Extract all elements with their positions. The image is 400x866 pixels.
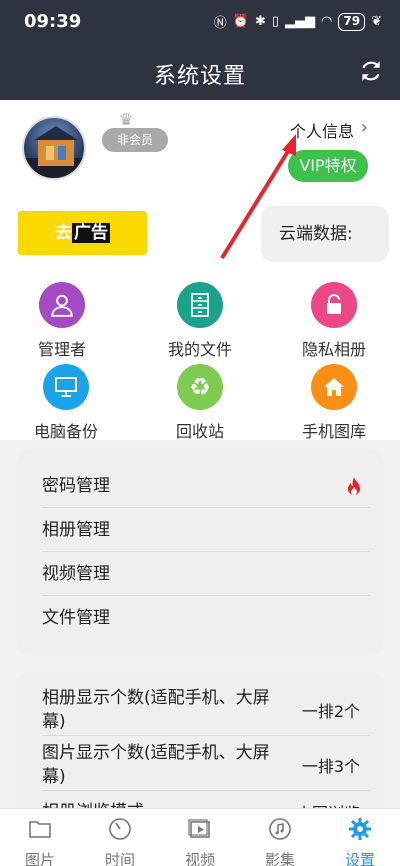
person-icon [39, 282, 85, 328]
recycle-icon: ♻ [177, 364, 223, 410]
title-bar: 系统设置 [0, 44, 400, 100]
menu-item-label: 视频管理 [42, 564, 110, 584]
tab-label: 时间 [104, 851, 135, 866]
grid-item-recycle-bin[interactable]: ♻ 回收站 [145, 364, 255, 442]
home-icon [311, 364, 357, 410]
page-title: 系统设置 [153, 64, 246, 89]
remove-ads-button[interactable]: 去广告 [18, 211, 147, 255]
video-icon [188, 819, 210, 838]
avatar[interactable] [22, 116, 86, 180]
vibrate-icon: ▯ [271, 14, 280, 29]
setting-label: 相册显示个数(适配手机、大屏幕) [42, 688, 270, 732]
lock-icon [311, 282, 357, 328]
music-icon [269, 818, 291, 840]
tab-photos[interactable]: 图片 [10, 817, 70, 866]
vip-button[interactable]: VIP特权 [288, 150, 368, 182]
grid-item-phone-gallery[interactable]: 手机图库 [279, 364, 389, 442]
cabinet-icon [177, 282, 223, 328]
menu-item-password[interactable]: 密码管理 [42, 464, 370, 508]
setting-value: 一排3个 [301, 757, 360, 776]
alarm-icon: ⏰ [232, 14, 249, 29]
menu-item-album[interactable]: 相册管理 [42, 508, 370, 552]
gear-icon [349, 818, 371, 840]
refresh-icon[interactable] [358, 58, 384, 84]
ad-label-part1: 去 [55, 223, 72, 243]
folder-icon [29, 821, 51, 838]
setting-label: 图片显示个数(适配手机、大屏幕) [42, 743, 270, 787]
management-menu: 密码管理 相册管理 视频管理 文件管理 [16, 450, 384, 656]
grid-item-admin[interactable]: 管理者 [7, 282, 117, 360]
setting-photo-count[interactable]: 图片显示个数(适配手机、大屏幕) 一排3个 [42, 737, 370, 791]
tab-time[interactable]: 时间 [90, 817, 150, 866]
wifi-icon: ◠ [321, 14, 333, 29]
menu-item-video[interactable]: 视频管理 [42, 552, 370, 596]
grid-label: 隐私相册 [301, 340, 366, 359]
chevron-right-icon: › [360, 117, 368, 138]
tab-albums[interactable]: 影集 [250, 817, 310, 866]
grid-item-private-album[interactable]: 隐私相册 [279, 282, 389, 360]
grid-label: 我的文件 [167, 340, 232, 359]
signal-icon: ▂▄▆ [285, 14, 316, 29]
fire-icon [348, 477, 360, 495]
clock-icon [109, 818, 131, 840]
grid-label: 手机图库 [301, 422, 366, 441]
tab-label: 设置 [344, 851, 375, 866]
status-time: 09:39 [24, 11, 82, 32]
personal-info-label: 个人信息 [289, 122, 354, 141]
tab-label: 视频 [184, 851, 215, 866]
tab-label: 图片 [24, 851, 55, 866]
cloud-data-box[interactable]: 云端数据: [261, 206, 389, 262]
bottom-tab-bar: 图片 时间 视频 影集 设置 [0, 808, 400, 866]
crown-icon: ♛ [119, 110, 134, 129]
grid-item-pc-backup[interactable]: 电脑备份 [11, 364, 121, 442]
nfc-icon: Ⓝ [213, 16, 227, 31]
monitor-icon [43, 364, 89, 410]
menu-item-file[interactable]: 文件管理 [42, 596, 370, 640]
grid-item-my-files[interactable]: 我的文件 [145, 282, 255, 360]
setting-album-count[interactable]: 相册显示个数(适配手机、大屏幕) 一排2个 [42, 682, 370, 736]
member-badge: 非会员 [102, 128, 168, 152]
grid-label: 回收站 [175, 422, 224, 441]
bluetooth-icon: ✱ [254, 14, 266, 29]
menu-item-label: 密码管理 [42, 476, 110, 496]
tab-settings[interactable]: 设置 [330, 817, 390, 866]
grid-label: 电脑备份 [33, 422, 98, 441]
leaf-icon: ❦ [371, 14, 382, 29]
tab-label: 影集 [264, 851, 295, 866]
status-icons: Ⓝ ⏰ ✱ ▯ ▂▄▆ ◠ 79 ❦ [214, 12, 382, 31]
battery-indicator: 79 [338, 12, 366, 31]
grid-label: 管理者 [37, 340, 86, 359]
menu-item-label: 文件管理 [42, 608, 110, 628]
setting-value: 一排2个 [301, 702, 360, 721]
status-bar: 09:39 Ⓝ ⏰ ✱ ▯ ▂▄▆ ◠ 79 ❦ [0, 0, 400, 44]
menu-item-label: 相册管理 [42, 520, 110, 540]
feature-grid: 管理者 我的文件 隐私相册 电脑备份 ♻ 回收站 手机图库 [0, 262, 400, 442]
ad-label-part2: 广告 [72, 223, 110, 243]
tab-video[interactable]: 视频 [170, 817, 230, 866]
